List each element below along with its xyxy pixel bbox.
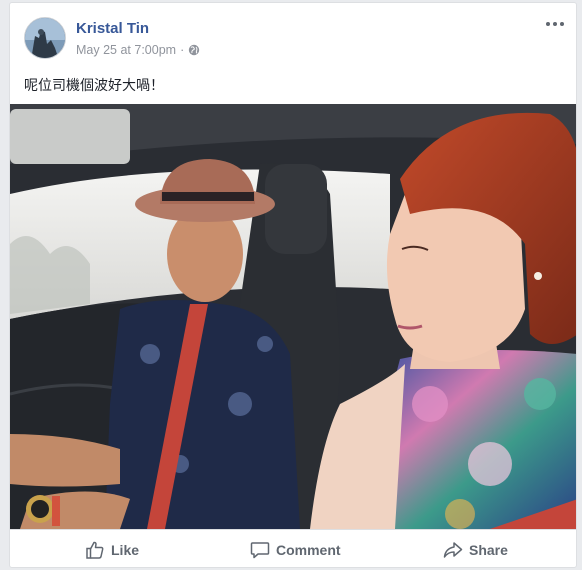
share-button[interactable]: Share bbox=[443, 530, 508, 567]
like-label: Like bbox=[111, 541, 140, 558]
post-photo[interactable] bbox=[10, 104, 576, 529]
post-card: Kristal Tin May 25 at 7:00pm · 呢位司機個波好大喎… bbox=[9, 2, 577, 568]
post-actions-bar: Like Comment Share bbox=[10, 529, 576, 567]
thumbs-up-icon bbox=[86, 541, 104, 559]
globe-icon[interactable] bbox=[188, 44, 200, 56]
post-meta: May 25 at 7:00pm · bbox=[76, 43, 200, 57]
more-horizontal-icon bbox=[553, 22, 557, 26]
post-photo-image bbox=[10, 104, 576, 529]
comment-label: Comment bbox=[276, 541, 341, 558]
post-header: Kristal Tin May 25 at 7:00pm · bbox=[10, 3, 576, 69]
author-name[interactable]: Kristal Tin bbox=[76, 20, 149, 37]
comment-icon bbox=[250, 541, 270, 558]
meta-separator: · bbox=[180, 43, 185, 57]
post-text: 呢位司機個波好大喎！ bbox=[24, 77, 164, 93]
post-date[interactable]: May 25 at 7:00pm bbox=[76, 43, 176, 57]
avatar-image bbox=[25, 18, 65, 58]
share-label: Share bbox=[469, 541, 508, 558]
share-icon bbox=[443, 541, 463, 558]
more-options-button[interactable] bbox=[544, 17, 566, 31]
more-horizontal-icon bbox=[546, 22, 550, 26]
like-button[interactable]: Like bbox=[85, 530, 140, 567]
avatar[interactable] bbox=[24, 17, 66, 59]
more-horizontal-icon bbox=[560, 22, 564, 26]
comment-button[interactable]: Comment bbox=[250, 530, 341, 567]
